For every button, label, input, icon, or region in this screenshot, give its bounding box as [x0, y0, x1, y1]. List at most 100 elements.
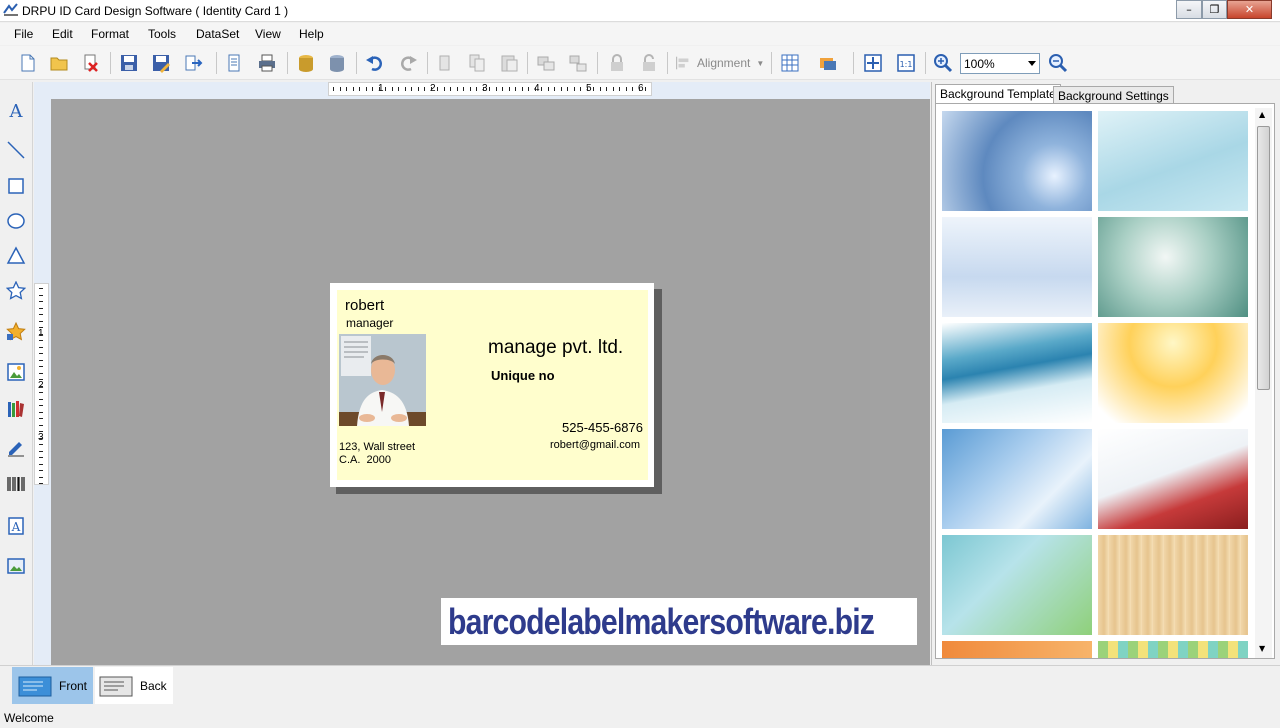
cut-button[interactable] [435, 52, 457, 74]
template-thumbnail[interactable] [1098, 217, 1248, 317]
zoom-in-button[interactable] [932, 52, 954, 74]
unlock-icon [643, 54, 655, 71]
maximize-button[interactable]: ❐ [1202, 0, 1227, 19]
card-name[interactable]: robert [345, 297, 384, 314]
template-thumbnail[interactable] [1098, 323, 1248, 423]
database-button[interactable] [295, 52, 317, 74]
save-button[interactable] [118, 52, 140, 74]
save-as-button[interactable] [150, 52, 172, 74]
template-thumbnail[interactable] [942, 429, 1092, 529]
redo-button[interactable] [397, 52, 419, 74]
ruler-tick [443, 87, 445, 91]
close-button[interactable]: ✕ [1227, 0, 1272, 19]
template-thumbnail[interactable] [942, 217, 1092, 317]
image-library-button[interactable] [5, 555, 27, 577]
template-thumbnail[interactable] [1098, 535, 1248, 635]
fit-to-window-button[interactable] [862, 52, 884, 74]
image-button[interactable] [817, 52, 839, 74]
barcode-tool-button[interactable] [5, 473, 27, 495]
menu-edit[interactable]: Edit [52, 27, 73, 41]
new-button[interactable] [17, 52, 39, 74]
tab-back[interactable]: Back [95, 667, 173, 704]
symbol-tool-button[interactable] [5, 321, 27, 343]
status-text: Welcome [4, 711, 54, 725]
alignment-label: Alignment [697, 56, 751, 70]
alignment-dropdown[interactable]: Alignment ▼ [674, 53, 764, 73]
ruler-tick [39, 314, 43, 315]
actual-size-button[interactable]: 1:1 [895, 52, 917, 74]
print-preview-button[interactable] [224, 52, 246, 74]
ruler-tick [39, 463, 43, 465]
ruler-tick [39, 470, 43, 471]
menu-view[interactable]: View [255, 27, 281, 41]
template-thumbnail[interactable] [942, 641, 1092, 658]
scroll-up-icon[interactable]: ▲ [1259, 110, 1265, 119]
template-thumbnail[interactable] [1098, 429, 1248, 529]
database-list-icon [330, 55, 344, 72]
tab-background-settings[interactable]: Background Settings [1053, 86, 1174, 103]
star-tool-button[interactable] [5, 280, 27, 302]
text-tool-button[interactable]: A [5, 99, 27, 121]
template-thumbnail[interactable] [942, 535, 1092, 635]
zoom-select[interactable]: 100% [960, 53, 1040, 74]
menu-file[interactable]: File [14, 27, 33, 41]
ruler-tick [39, 372, 43, 374]
grid-button[interactable] [779, 52, 801, 74]
tab-background-template[interactable]: Background Template [935, 84, 1061, 104]
group-button[interactable] [535, 52, 557, 74]
ruler-tick [39, 457, 43, 458]
open-button[interactable] [48, 52, 70, 74]
line-tool-button[interactable] [5, 139, 27, 161]
menu-dataset[interactable]: DataSet [196, 27, 239, 41]
template-thumbnail[interactable] [942, 323, 1092, 423]
library-tool-button[interactable] [5, 398, 27, 420]
card-phone[interactable]: 525-455-6876 [562, 420, 643, 435]
template-scrollbar[interactable]: ▲ ▼ [1255, 108, 1272, 658]
card-unique-label[interactable]: Unique no [491, 368, 555, 383]
ellipse-tool-button[interactable] [5, 210, 27, 232]
chevron-down-icon [1028, 61, 1036, 66]
ruler-tick [599, 87, 601, 91]
signature-tool-button[interactable] [5, 437, 27, 459]
copy-button[interactable] [466, 52, 488, 74]
template-thumbnail[interactable] [1098, 641, 1248, 658]
watermark-tool-button[interactable]: A [5, 515, 27, 537]
tab-front[interactable]: Front [12, 667, 93, 704]
paste-button[interactable] [498, 52, 520, 74]
ruler-tick [521, 87, 523, 91]
zoom-out-button[interactable] [1047, 52, 1069, 74]
card-company[interactable]: manage pvt. ltd. [488, 337, 623, 359]
template-thumbnail[interactable] [942, 111, 1092, 211]
menu-format[interactable]: Format [91, 27, 129, 41]
card-address-line2[interactable]: C.A. 2000 [339, 454, 391, 466]
ruler-tick [39, 483, 43, 484]
card-designation[interactable]: manager [346, 316, 393, 330]
triangle-tool-button[interactable] [5, 245, 27, 267]
menu-tools[interactable]: Tools [148, 27, 176, 41]
close-file-button[interactable] [80, 52, 102, 74]
template-thumbnail[interactable] [1098, 111, 1248, 211]
ruler-tick [39, 398, 43, 400]
scroll-down-icon[interactable]: ▼ [1259, 644, 1265, 653]
scrollbar-thumb[interactable] [1257, 126, 1270, 390]
card-address-line1[interactable]: 123, Wall street [339, 441, 415, 453]
card-photo[interactable] [339, 334, 426, 426]
undo-button[interactable] [364, 52, 386, 74]
symbol-tool-icon [6, 322, 26, 341]
print-button[interactable] [256, 52, 278, 74]
ungroup-button[interactable] [567, 52, 589, 74]
export-button[interactable] [182, 52, 204, 74]
ruler-tick [612, 87, 614, 91]
title-bar: DRPU ID Card Design Software ( Identity … [0, 0, 1280, 22]
database-list-button[interactable] [326, 52, 348, 74]
toolbar-separator [427, 52, 428, 74]
minimize-button[interactable]: – [1176, 0, 1202, 19]
unlock-button[interactable] [638, 52, 660, 74]
lock-button[interactable] [606, 52, 628, 74]
export-icon [185, 55, 203, 71]
ruler-tick [508, 87, 510, 91]
picture-tool-button[interactable] [5, 361, 27, 383]
card-email[interactable]: robert@gmail.com [550, 439, 640, 451]
menu-help[interactable]: Help [299, 27, 324, 41]
rectangle-tool-button[interactable] [5, 175, 27, 197]
